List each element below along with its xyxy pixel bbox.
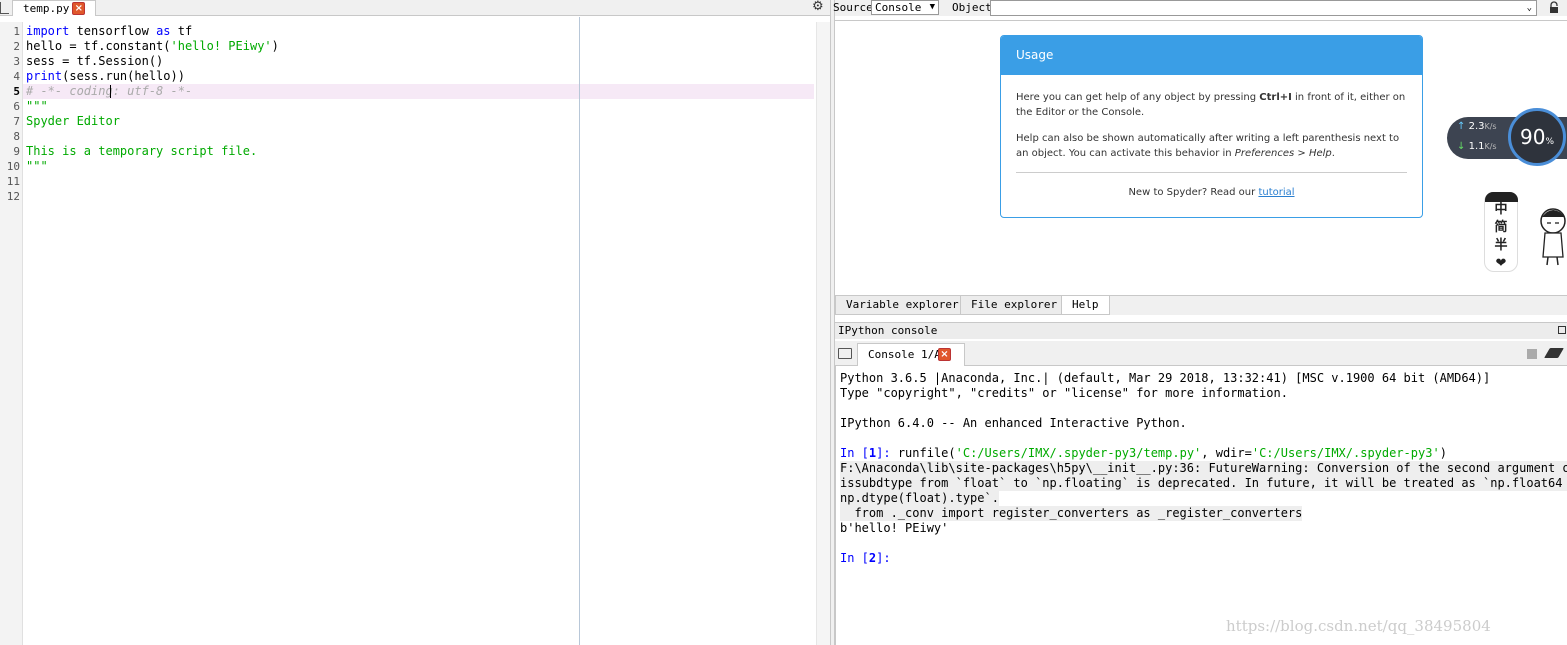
line-number: 4 bbox=[13, 70, 20, 83]
pane-title: IPython console bbox=[838, 324, 938, 337]
usage-title: Usage bbox=[1001, 36, 1422, 75]
chevron-down-icon: ▼ bbox=[929, 2, 935, 12]
tab-file-explorer[interactable]: File explorer bbox=[960, 296, 1069, 315]
line-number: 8 bbox=[13, 130, 20, 143]
ime-chinese-mode[interactable]: 中 bbox=[1485, 201, 1517, 219]
text-cursor bbox=[110, 85, 111, 98]
mascot-icon bbox=[1540, 208, 1566, 266]
edge-line bbox=[579, 17, 580, 645]
console-tab-label: Console 1/A bbox=[868, 348, 941, 361]
console-tab-bar: Console 1/A × bbox=[835, 341, 1567, 366]
line-number: 2 bbox=[13, 40, 20, 53]
code-line-10: """ bbox=[26, 159, 48, 173]
editor-tab-temp-py[interactable]: temp.py × bbox=[12, 0, 97, 16]
warning-line: from ._conv import register_converters a… bbox=[840, 506, 1303, 521]
watermark: https://blog.csdn.net/qq_38495804 bbox=[1226, 617, 1491, 635]
editor-scrollbar[interactable] bbox=[816, 22, 830, 645]
help-toolbar: Source Console ▼ Object ⌄ bbox=[833, 0, 1567, 16]
code-line-1: import tensorflow as tf bbox=[26, 24, 193, 38]
chevron-down-icon[interactable]: ⌄ bbox=[1527, 1, 1532, 15]
ime-simplified[interactable]: 简 bbox=[1485, 219, 1517, 237]
object-input[interactable]: ⌄ bbox=[990, 0, 1537, 16]
browse-tabs-icon[interactable] bbox=[0, 2, 9, 14]
console-line: Python 3.6.5 |Anaconda, Inc.| (default, … bbox=[840, 371, 1491, 385]
code-line-4: print(sess.run(hello)) bbox=[26, 69, 185, 83]
undock-icon[interactable] bbox=[1558, 326, 1566, 334]
usage-gauge: 90% bbox=[1508, 108, 1566, 166]
source-select[interactable]: Console ▼ bbox=[871, 0, 939, 15]
gear-icon[interactable]: ⚙ bbox=[812, 0, 826, 14]
ime-half-width[interactable]: 半 bbox=[1485, 237, 1517, 255]
ime-handle[interactable] bbox=[1485, 192, 1518, 202]
source-select-value: Console bbox=[875, 1, 922, 14]
line-number: 9 bbox=[13, 145, 20, 158]
editor-tab-label: temp.py bbox=[23, 2, 70, 15]
line-number: 7 bbox=[13, 115, 20, 128]
usage-panel: Usage Here you can get help of any objec… bbox=[1000, 35, 1423, 218]
line-number-current: 5 bbox=[13, 85, 20, 98]
lock-icon[interactable] bbox=[1548, 1, 1560, 14]
eraser-icon[interactable] bbox=[1544, 348, 1564, 358]
usage-footer: New to Spyder? Read our tutorial bbox=[1128, 187, 1295, 198]
help-content: Usage Here you can get help of any objec… bbox=[835, 20, 1567, 296]
close-tab-icon[interactable]: × bbox=[938, 348, 951, 361]
close-tab-icon[interactable]: × bbox=[72, 2, 86, 15]
code-line-3: sess = tf.Session() bbox=[26, 54, 164, 68]
console-line: IPython 6.4.0 -- An enhanced Interactive… bbox=[840, 416, 1187, 430]
console-line: Type "copyright", "credits" or "license"… bbox=[840, 386, 1288, 400]
line-number: 12 bbox=[6, 190, 20, 203]
console-input-1: In [1]: runfile('C:/Users/IMX/.spyder-py… bbox=[840, 446, 1447, 460]
tutorial-link[interactable]: tutorial bbox=[1258, 187, 1294, 198]
tab-variable-explorer[interactable]: Variable explorer bbox=[835, 296, 970, 315]
arrow-up-icon: ↑ bbox=[1457, 121, 1466, 132]
code-line-6: """ bbox=[26, 99, 48, 113]
code-line-9: This is a temporary script file. bbox=[26, 144, 258, 158]
warning-line: F:\Anaconda\lib\site-packages\h5py\__ini… bbox=[840, 461, 1567, 476]
line-number: 10 bbox=[6, 160, 20, 173]
warning-line: np.dtype(float).type`. bbox=[840, 491, 999, 506]
ime-toolbar[interactable]: 中 简 半 ❤ bbox=[1484, 192, 1518, 272]
usage-paragraph-2: Help can also be shown automatically aft… bbox=[1016, 133, 1400, 159]
object-label: Object bbox=[952, 1, 992, 14]
upload-speed: ↑ 2.3K/s bbox=[1457, 121, 1497, 132]
console-output-line: b'hello! PEiwy' bbox=[840, 521, 949, 535]
line-number: 1 bbox=[13, 25, 20, 38]
help-tab-bar: Variable explorer File explorer Help bbox=[835, 296, 1567, 315]
console-tab[interactable]: Console 1/A × bbox=[857, 343, 965, 366]
usage-body: Here you can get help of any object by p… bbox=[1001, 75, 1422, 200]
editor-pane: temp.py × 1 2 3 4 5 6 7 8 9 10 11 12 imp… bbox=[0, 0, 831, 645]
ipython-console-title: IPython console bbox=[835, 322, 1567, 339]
tab-help[interactable]: Help bbox=[1061, 296, 1110, 315]
editor-tab-bar: temp.py × bbox=[0, 0, 831, 16]
network-speed-widget[interactable]: ↑ 2.3K/s ↓ 1.1K/s 90% bbox=[1447, 108, 1567, 166]
line-number-gutter: 1 2 3 4 5 6 7 8 9 10 11 12 bbox=[0, 22, 23, 645]
folder-icon[interactable] bbox=[838, 348, 852, 359]
line-number: 11 bbox=[6, 175, 20, 188]
line-number: 6 bbox=[13, 100, 20, 113]
download-speed: ↓ 1.1K/s bbox=[1457, 141, 1497, 152]
stop-icon[interactable] bbox=[1527, 349, 1537, 359]
usage-divider bbox=[1016, 172, 1407, 173]
console-output[interactable]: Python 3.6.5 |Anaconda, Inc.| (default, … bbox=[835, 366, 1567, 645]
usage-paragraph-1: Here you can get help of any object by p… bbox=[1016, 92, 1406, 118]
code-line-2: hello = tf.constant('hello! PEiwy') bbox=[26, 39, 279, 53]
console-input-2: In [2]: bbox=[840, 551, 891, 565]
arrow-down-icon: ↓ bbox=[1457, 141, 1466, 152]
source-label: Source bbox=[833, 1, 873, 14]
line-number: 3 bbox=[13, 55, 20, 68]
warning-line: issubdtype from `float` to `np.floating`… bbox=[840, 476, 1567, 491]
heart-icon[interactable]: ❤ bbox=[1485, 255, 1517, 273]
code-line-7: Spyder Editor bbox=[26, 114, 120, 128]
